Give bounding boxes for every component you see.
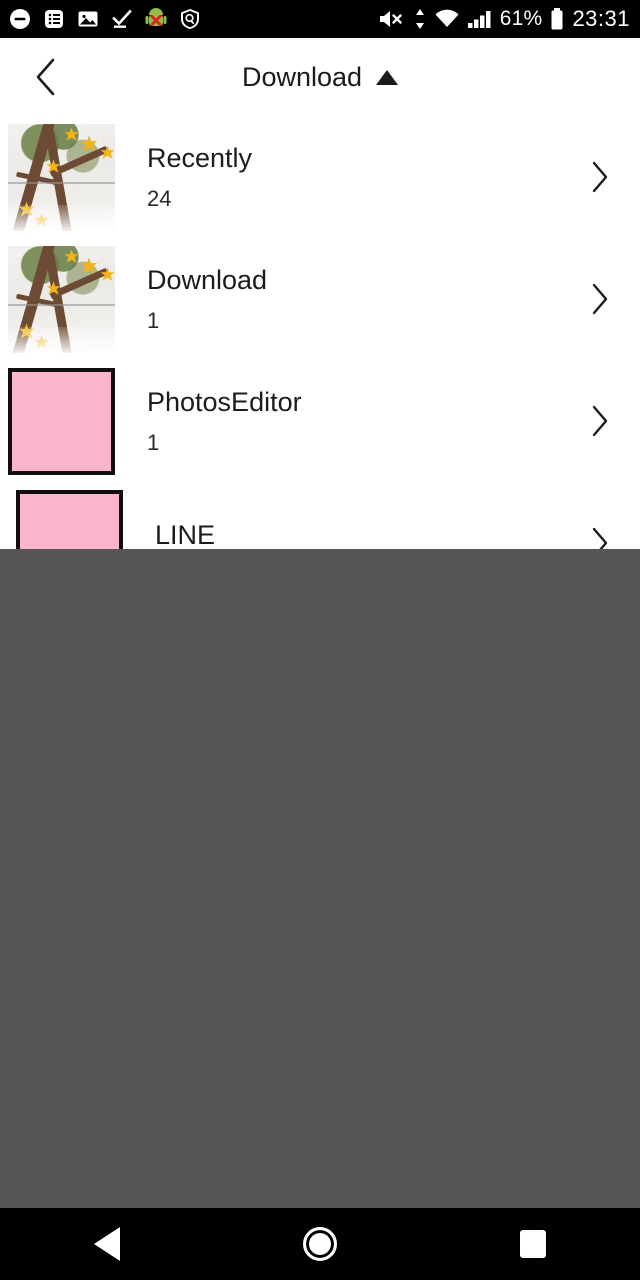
triangle-back-icon xyxy=(93,1227,120,1261)
chevron-right-icon[interactable] xyxy=(582,159,618,195)
back-button[interactable] xyxy=(24,55,68,99)
album-title: Recently xyxy=(147,142,253,173)
list-item[interactable]: Recently 24 xyxy=(0,116,640,238)
shield-scan-icon xyxy=(178,7,202,31)
do-not-disturb-icon xyxy=(8,7,32,31)
check-underline-icon xyxy=(110,7,134,31)
album-title: PhotosEditor xyxy=(147,386,302,417)
data-transfer-icon xyxy=(413,8,427,30)
wifi-icon xyxy=(434,8,460,30)
circle-home-icon xyxy=(302,1227,337,1261)
phone-screen: 61% 23:31 Download Recently 24 Download … xyxy=(0,0,640,1280)
page-title: Download xyxy=(241,61,363,92)
list-item[interactable]: PhotosEditor 1 xyxy=(0,360,640,482)
chevron-up-icon[interactable] xyxy=(376,69,399,85)
album-text: Recently 24 xyxy=(147,142,253,211)
album-text: Download 1 xyxy=(147,264,268,333)
album-title: LINE xyxy=(155,519,216,550)
album-thumbnail xyxy=(8,123,115,231)
nav-home-button[interactable] xyxy=(272,1208,368,1280)
clock-label: 23:31 xyxy=(572,6,630,31)
android-error-icon xyxy=(144,7,168,31)
dim-overlay[interactable] xyxy=(0,549,640,1208)
album-title: Download xyxy=(147,264,268,295)
notes-list-icon xyxy=(42,7,66,31)
volume-mute-icon xyxy=(378,8,406,30)
nav-back-button[interactable] xyxy=(59,1208,155,1280)
status-bar-right-icons: 61% 23:31 xyxy=(378,6,630,32)
android-nav-bar xyxy=(0,1208,640,1280)
battery-percent-label: 61% xyxy=(499,7,543,30)
gallery-image-icon xyxy=(76,7,100,31)
album-thumbnail xyxy=(8,367,115,475)
album-list: Recently 24 Download 1 PhotosEditor 1 LI… xyxy=(0,116,640,604)
album-count: 1 xyxy=(147,307,160,333)
battery-icon xyxy=(549,7,565,31)
list-item[interactable]: Download 1 xyxy=(0,238,640,360)
cellular-signal-icon xyxy=(467,8,493,30)
album-thumbnail xyxy=(8,245,115,353)
header-title-group[interactable]: Download xyxy=(0,62,640,93)
album-count: 24 xyxy=(147,185,172,211)
chevron-right-icon[interactable] xyxy=(582,281,618,317)
album-count: 1 xyxy=(147,429,160,455)
album-text: PhotosEditor 1 xyxy=(147,386,302,455)
chevron-right-icon[interactable] xyxy=(582,403,618,439)
square-recents-icon xyxy=(520,1230,547,1258)
status-bar-left-icons xyxy=(8,7,202,31)
nav-recents-button[interactable] xyxy=(485,1208,581,1280)
app-header: Download xyxy=(0,38,640,116)
status-bar: 61% 23:31 xyxy=(0,0,640,38)
